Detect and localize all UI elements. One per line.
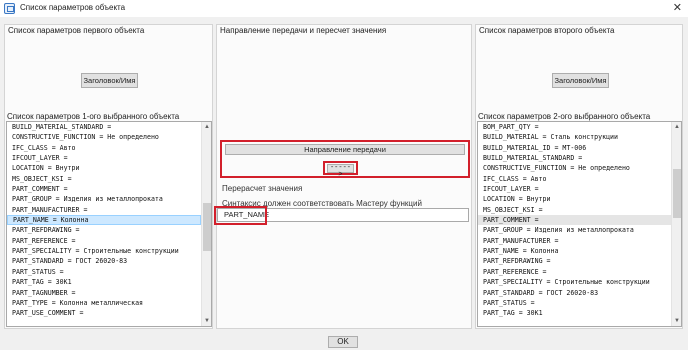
transfer-group: Направление передачи и пересчет значения… xyxy=(214,24,472,329)
list-item[interactable]: PART_REFDRAWING = xyxy=(7,225,201,235)
list-item[interactable]: PART_NAME = Колонна xyxy=(478,246,671,256)
first-header-name-button[interactable]: Заголовок/Имя xyxy=(81,73,138,88)
app-window-icon xyxy=(4,3,15,14)
list-item[interactable]: CONSTRUCTIVE_FUNCTION = Не определено xyxy=(478,163,671,173)
list-item[interactable]: MS_OBJECT_KSI = xyxy=(7,174,201,184)
list-item[interactable]: BUILD_MATERIAL_STANDARD = xyxy=(7,122,201,132)
list-item[interactable]: PART_STATUS = xyxy=(478,298,671,308)
list-item[interactable]: PART_STATUS = xyxy=(7,267,201,277)
list-item[interactable]: PART_COMMENT = xyxy=(478,215,671,226)
second-object-group-label: Список параметров второго объекта xyxy=(479,26,615,35)
list-item[interactable]: PART_TAG = 30К1 xyxy=(478,308,671,318)
list-item[interactable]: LOCATION = Внутри xyxy=(478,194,671,204)
formula-input-highlight xyxy=(214,206,267,225)
arrow-highlight: -----> xyxy=(323,161,358,179)
title-bar: Список параметров объекта ✕ xyxy=(0,0,688,17)
list-item[interactable]: PART_MANUFACTURER = xyxy=(478,236,671,246)
list-item[interactable]: MS_OBJECT_KSI = xyxy=(478,205,671,215)
scroll-down-icon[interactable]: ▼ xyxy=(672,316,681,326)
list-item[interactable]: CONSTRUCTIVE_FUNCTION = Не определено xyxy=(7,132,201,142)
first-list-scrollbar[interactable]: ▲ ▼ xyxy=(201,122,211,326)
list-item[interactable]: PART_REFERENCE = xyxy=(7,236,201,246)
ok-button[interactable]: OK xyxy=(328,336,358,348)
direction-arrow-button[interactable]: -----> xyxy=(327,164,354,179)
scroll-up-icon[interactable]: ▲ xyxy=(672,122,681,132)
transfer-group-label: Направление передачи и пересчет значения xyxy=(220,26,387,35)
list-item[interactable]: PART_MANUFACTURER = xyxy=(7,205,201,215)
list-item[interactable]: BOM_PART_QTY = xyxy=(478,122,671,132)
list-item[interactable]: PART_STANDARD = ГОСТ 26020-83 xyxy=(7,256,201,266)
list-item[interactable]: PART_COMMENT = xyxy=(7,184,201,194)
list-item[interactable]: PART_NAME = Колонна xyxy=(7,215,201,226)
list-item[interactable]: IFC_CLASS = Авто xyxy=(7,143,201,153)
second-list-label: Список параметров 2-ого выбранного объек… xyxy=(478,112,651,121)
scroll-up-icon[interactable]: ▲ xyxy=(202,122,211,132)
list-item[interactable]: BUILD_MATERIAL_ID = MT-006 xyxy=(478,143,671,153)
first-parameter-items: BUILD_MATERIAL_STANDARD = CONSTRUCTIVE_FU… xyxy=(7,122,201,319)
second-parameter-list[interactable]: BOM_PART_QTY = BUILD_MATERIAL = Сталь кон… xyxy=(477,121,682,327)
list-item[interactable]: PART_GROUP = Изделия из металлопроката xyxy=(7,194,201,204)
transfer-direction-highlight: Направление передачи -----> xyxy=(220,140,470,179)
list-item[interactable]: IFC_CLASS = Авто xyxy=(478,174,671,184)
list-item[interactable]: PART_GROUP = Изделия из металлопроката xyxy=(478,225,671,235)
parameter-dialog: Список параметров первого объекта Заголо… xyxy=(0,17,688,350)
transfer-direction-button[interactable]: Направление передачи xyxy=(225,144,465,155)
list-item[interactable]: PART_STANDARD = ГОСТ 26020-83 xyxy=(478,288,671,298)
window-title: Список параметров объекта xyxy=(20,3,126,12)
list-item[interactable]: PART_TAG = 30К1 xyxy=(7,277,201,287)
second-parameter-items: BOM_PART_QTY = BUILD_MATERIAL = Сталь кон… xyxy=(478,122,671,319)
scroll-down-icon[interactable]: ▼ xyxy=(202,316,211,326)
list-item[interactable]: PART_SPECIALITY = Строительные конструкц… xyxy=(478,277,671,287)
close-icon[interactable]: ✕ xyxy=(673,1,682,14)
second-object-group: Список параметров второго объекта Заголо… xyxy=(475,24,683,329)
first-parameter-list[interactable]: BUILD_MATERIAL_STANDARD = CONSTRUCTIVE_FU… xyxy=(6,121,212,327)
list-item[interactable]: PART_REFDRAWING = xyxy=(478,256,671,266)
list-item[interactable]: BUILD_MATERIAL_STANDARD = xyxy=(478,153,671,163)
scroll-thumb[interactable] xyxy=(203,202,211,252)
list-item[interactable]: LOCATION = Внутри xyxy=(7,163,201,173)
first-object-group-label: Список параметров первого объекта xyxy=(8,26,145,35)
list-item[interactable]: PART_TYPE = Колонна металлическая xyxy=(7,298,201,308)
list-item[interactable]: IFCOUT_LAYER = xyxy=(478,184,671,194)
first-list-label: Список параметров 1-ого выбранного объек… xyxy=(7,112,180,121)
recalculation-label: Перерасчет значения xyxy=(222,184,303,193)
second-list-scrollbar[interactable]: ▲ ▼ xyxy=(671,122,681,326)
list-item[interactable]: IFCOUT_LAYER = xyxy=(7,153,201,163)
list-item[interactable]: PART_SPECIALITY = Строительные конструкц… xyxy=(7,246,201,256)
scroll-thumb[interactable] xyxy=(673,169,681,218)
first-object-group: Список параметров первого объекта Заголо… xyxy=(4,24,213,329)
list-item[interactable]: PART_USE_COMMENT = xyxy=(7,308,201,318)
list-item[interactable]: PART_REFERENCE = xyxy=(478,267,671,277)
list-item[interactable]: BUILD_MATERIAL = Сталь конструкции xyxy=(478,132,671,142)
list-item[interactable]: PART_TAGNUMBER = xyxy=(7,288,201,298)
second-header-name-button[interactable]: Заголовок/Имя xyxy=(552,73,609,88)
